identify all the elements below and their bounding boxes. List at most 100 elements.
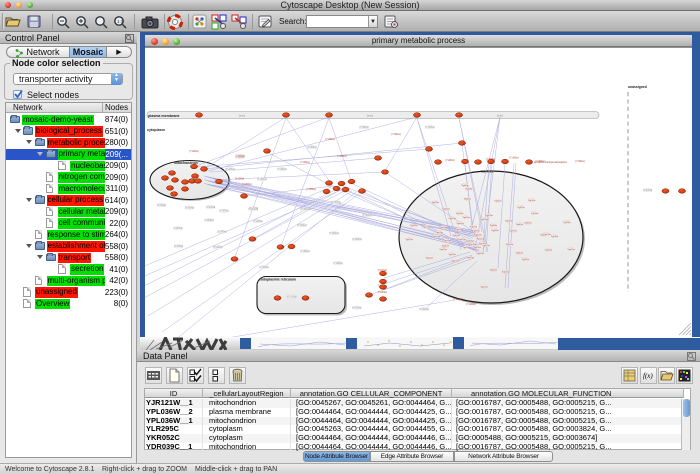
svg-text:[Yxl00w]: [Yxl00w] [378,291,387,294]
svg-text:Ygl02w: Ygl02w [481,286,489,288]
svg-text:Ygl02w: Ygl02w [531,213,539,215]
svg-text:[Yxl00w]: [Yxl00w] [425,126,434,129]
svg-text:[Yxl00w]: [Yxl00w] [535,160,544,163]
svg-text:f(x): f(x) [643,372,653,380]
svg-text:cytoplasm: cytoplasm [147,128,165,132]
svg-text:[Yxl00w]: [Yxl00w] [185,206,194,209]
svg-text:Ygl02w: Ygl02w [466,257,474,259]
svg-text:Ygl02w: Ygl02w [506,244,514,246]
svg-text:Ygl02w: Ygl02w [439,249,447,251]
svg-text:[Yxl00w]: [Yxl00w] [213,246,222,249]
svg-text:Ygl02w: Ygl02w [472,231,480,233]
svg-text:1:1: 1:1 [117,19,124,24]
svg-text:[Yxl00w]: [Yxl00w] [329,232,338,235]
svg-text:Ygl02w: Ygl02w [435,232,443,234]
svg-text:[mm]: [mm] [367,114,373,118]
svg-text:[Yxl00w]: [Yxl00w] [331,201,340,204]
svg-text:Ygl02w: Ygl02w [551,236,559,238]
svg-text:[Yxl00w]: [Yxl00w] [297,224,306,227]
svg-text:Ygl02w: Ygl02w [476,253,484,255]
svg-text:Ygl02w: Ygl02w [510,231,518,233]
svg-text:[Yxl00w]: [Yxl00w] [205,219,214,222]
svg-text:Ygl02w: Ygl02w [477,239,485,241]
svg-text:[Yxl00w]: [Yxl00w] [378,285,387,288]
svg-text:Ygl02w: Ygl02w [422,227,430,229]
svg-text:Ygl02w: Ygl02w [469,244,477,246]
svg-text:Ygl02w: Ygl02w [432,202,440,204]
svg-text:Ygl02w: Ygl02w [442,208,450,210]
svg-text:[Yxl00w]: [Yxl00w] [352,306,361,309]
svg-text:Ygl02w: Ygl02w [567,249,575,251]
svg-text:[Yxl00w]: [Yxl00w] [575,160,584,163]
svg-text:[mm]: [mm] [239,114,245,118]
svg-text:Ygl02w: Ygl02w [490,225,498,227]
svg-text:Ygl02w: Ygl02w [442,246,450,248]
svg-text:[Yxl00w]: [Yxl00w] [453,298,462,301]
svg-text:[Yxl00w]: [Yxl00w] [337,155,346,158]
svg-text:[Yxl00w]: [Yxl00w] [300,161,309,164]
svg-text:Ygl02w: Ygl02w [474,234,482,236]
svg-text:[Yxl00w]: [Yxl00w] [359,126,368,129]
svg-text:Ygl02w: Ygl02w [448,218,456,220]
svg-text:Ygl02w: Ygl02w [490,270,498,272]
svg-text:[Yxl00w]: [Yxl00w] [236,155,245,158]
svg-text:[Yxl00w]: [Yxl00w] [219,210,228,213]
svg-text:[mm]: [mm] [497,114,503,118]
svg-text:Ygl02w: Ygl02w [522,259,530,261]
svg-text:[Yxl00w]: [Yxl00w] [300,250,309,253]
svg-text:plasma membrane: plasma membrane [148,114,180,118]
svg-text:[Yxl00w]: [Yxl00w] [362,214,371,217]
svg-text:Ygl02w: Ygl02w [524,223,532,225]
svg-text:Ygl02w: Ygl02w [491,230,499,232]
svg-text:[Yxl00w]: [Yxl00w] [259,266,268,269]
svg-text:Ygl02w: Ygl02w [465,189,473,191]
svg-text:[Yxl00w]: [Yxl00w] [253,220,262,223]
svg-text:Ygl02w: Ygl02w [455,229,463,231]
svg-text:Ygl02w: Ygl02w [439,227,447,229]
svg-text:Ygl02w: Ygl02w [461,185,469,187]
svg-text:Ygl02w: Ygl02w [462,217,470,219]
svg-text:Ygl02w: Ygl02w [516,224,524,226]
svg-text:[Yxl00w]: [Yxl00w] [445,159,454,162]
svg-text:Ygl02w: Ygl02w [458,239,466,241]
svg-text:Ygl02w: Ygl02w [456,223,464,225]
svg-text:Ygl02w: Ygl02w [462,247,470,249]
svg-text:unassigned: unassigned [628,85,647,89]
svg-text:endoplasmic reticulum: endoplasmic reticulum [259,278,296,282]
svg-text:[Yxl00w]: [Yxl00w] [174,245,183,248]
svg-text:nucleus: nucleus [481,170,494,174]
svg-text:Ygl02w: Ygl02w [426,257,434,259]
svg-text:Ygl02w: Ygl02w [545,250,553,252]
svg-text:Ygl02w: Ygl02w [474,247,482,249]
svg-text:[Yxl00w]: [Yxl00w] [509,156,518,159]
svg-text:Ygl02w: Ygl02w [443,240,451,242]
svg-text:Ygl02w: Ygl02w [505,221,513,223]
svg-text:[Yxl00w]: [Yxl00w] [419,308,428,311]
svg-text:Ygl02w: Ygl02w [433,236,441,238]
svg-text:[Yxl00w]: [Yxl00w] [242,183,251,186]
svg-text:[Yxl00w]: [Yxl00w] [378,269,387,272]
svg-text:[Yxl00w]: [Yxl00w] [189,150,198,153]
svg-text:[Yxl00w]: [Yxl00w] [287,295,296,298]
svg-text:[Yxl00w]: [Yxl00w] [306,188,315,191]
svg-text:[Yxl00w]: [Yxl00w] [277,168,286,171]
svg-text:Ygl02w: Ygl02w [482,245,490,247]
svg-text:Ygl02w: Ygl02w [452,235,460,237]
svg-text:[Yxl00w]: [Yxl00w] [225,168,234,171]
svg-text:[Yxl00w]: [Yxl00w] [352,238,361,241]
svg-text:Ygl02w: Ygl02w [543,234,551,236]
svg-text:Ygl02w: Ygl02w [470,227,478,229]
svg-text:[Yxl00w]: [Yxl00w] [235,178,244,181]
svg-text:Ygl02w: Ygl02w [464,199,472,201]
svg-text:[Yxl00w]: [Yxl00w] [391,133,400,136]
svg-text:[Yxl00w]: [Yxl00w] [300,208,309,211]
svg-text:Ygl02w: Ygl02w [563,222,571,224]
svg-text:Ygl02w: Ygl02w [448,254,456,256]
svg-text:[Yxl00w]: [Yxl00w] [643,189,652,192]
svg-text:Ygl02w: Ygl02w [502,272,510,274]
svg-text:Ygl02w: Ygl02w [516,253,524,255]
svg-text:Ygl02w: Ygl02w [456,213,464,215]
svg-text:Ygl02w: Ygl02w [466,241,474,243]
svg-text:Ygl02w: Ygl02w [410,225,418,227]
svg-text:[Yxl00w]: [Yxl00w] [466,303,475,306]
